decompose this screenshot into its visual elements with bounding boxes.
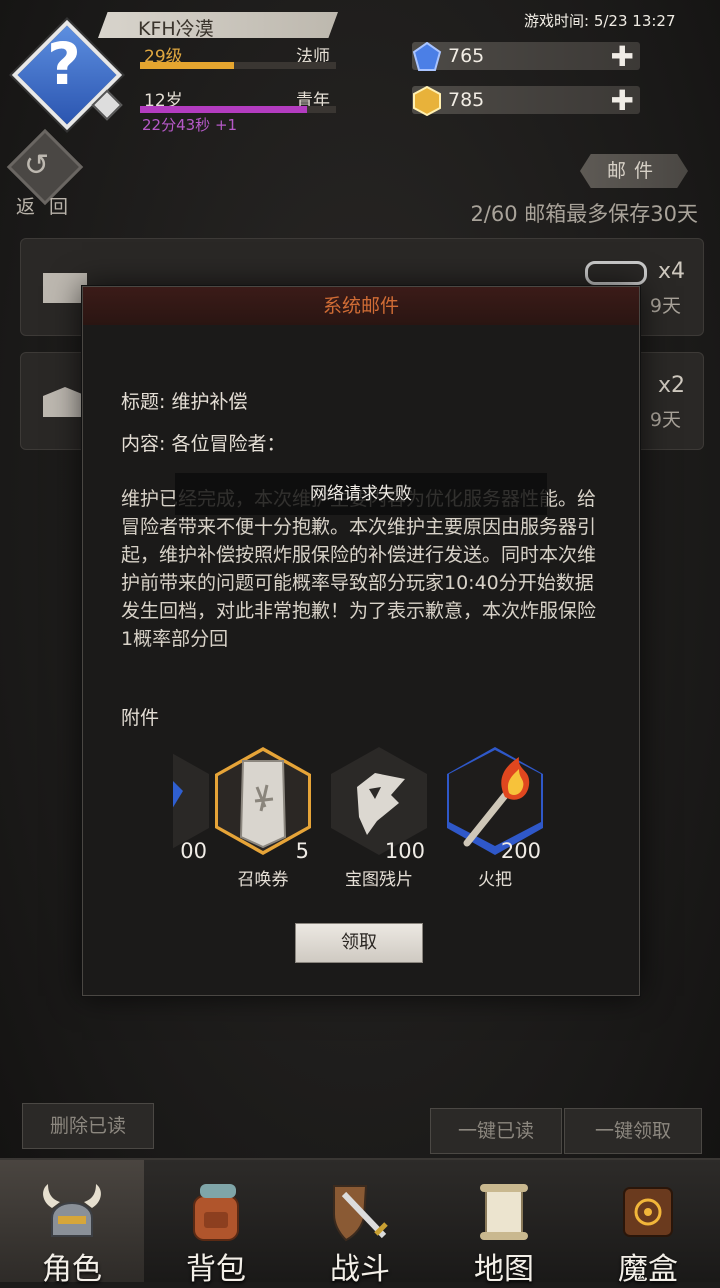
mail-expiry: 9天 [649,295,681,317]
mail-capacity: 2/60 邮箱最多保存30天 [470,202,698,226]
item-quantity: 00 [180,839,207,863]
attachments-label: 附件 [121,707,160,729]
mail-item-count: x4 [657,259,685,284]
mail-detail-dialog: 系统邮件 标题: 维护补偿 内容: 各位冒险者： 维护已经完成，本次维护主要内容… [82,286,640,996]
tab-character[interactable]: 角色 [0,1160,144,1287]
claim-all-button[interactable]: 一键领取 [564,1108,702,1154]
dialog-title: 系统邮件 [83,287,639,325]
tab-label: 地图 [474,1252,534,1287]
blue-gem-icon [412,42,442,71]
back-button[interactable]: ↺ 返 回 [6,128,84,218]
attachment-list[interactable]: 00 5 召唤券 100 宝图残片 200 火把 [173,747,553,897]
tab-map[interactable]: 地图 [432,1160,576,1287]
tab-battle[interactable]: 战斗 [288,1160,432,1287]
item-name: 召唤券 [237,870,289,890]
mage-class-icon: ? [47,30,81,98]
section-tag-mail: 邮件 [580,154,688,188]
attachment-item[interactable]: 200 火把 [445,747,545,890]
tab-label: 战斗 [330,1252,390,1287]
delete-read-button[interactable]: 删除已读 [22,1103,154,1149]
envelope-icon [43,273,87,303]
name-plate [98,12,338,38]
tab-magic-box[interactable]: 魔盒 [576,1160,720,1287]
backpack-icon [193,1184,239,1241]
attachment-icon [585,261,647,285]
tab-bag[interactable]: 背包 [144,1160,288,1287]
attachment-item[interactable]: 00 [173,747,211,887]
bottom-tab-bar: 角色 背包 战斗 地图 魔盒 [0,1158,720,1287]
add-gems-button[interactable]: ✚ [611,40,634,73]
sword-shield-icon [333,1185,388,1242]
age-progress-bar [140,106,336,113]
item-quantity: 200 [500,839,541,863]
error-toast: 网络请求失败 [175,473,547,515]
item-name: 宝图残片 [345,870,413,890]
mail-content-label: 内容: 各位冒险者： [121,433,286,455]
back-label: 返 回 [16,196,73,218]
item-quantity: 100 [384,839,425,863]
return-arrow-icon: ↺ [24,148,50,183]
tab-label: 魔盒 [618,1252,678,1287]
attachment-item[interactable]: 5 召唤券 [213,747,313,890]
resource-coins: 785 ✚ [412,84,640,117]
game-time: 游戏时间: 5/23 13:27 [524,12,676,30]
magic-box-icon [623,1187,673,1237]
gold-coin-icon [413,86,441,116]
gem-count: 765 [448,45,485,67]
open-envelope-icon [43,387,87,417]
add-coins-button[interactable]: ✚ [611,84,634,117]
tab-label: 角色 [42,1252,102,1287]
helmet-icon [43,1184,101,1237]
player-name: KFH冷漠 [138,18,214,40]
mail-expiry: 9天 [649,409,681,431]
item-name: 火把 [478,870,512,890]
mail-item-count: x2 [657,373,685,398]
level-progress-bar [140,62,336,69]
claim-button[interactable]: 领取 [295,923,423,963]
tab-label: 背包 [186,1252,246,1287]
item-quantity: 5 [295,839,309,863]
mark-all-read-button[interactable]: 一键已读 [430,1108,562,1154]
coin-count: 785 [448,89,485,111]
attachment-item[interactable]: 100 宝图残片 [329,747,429,890]
resource-gems: 765 ✚ [412,40,640,73]
age-timer: 22分43秒 +1 [142,116,238,134]
scroll-map-icon [480,1184,528,1240]
mail-subject: 标题: 维护补偿 [121,391,248,413]
